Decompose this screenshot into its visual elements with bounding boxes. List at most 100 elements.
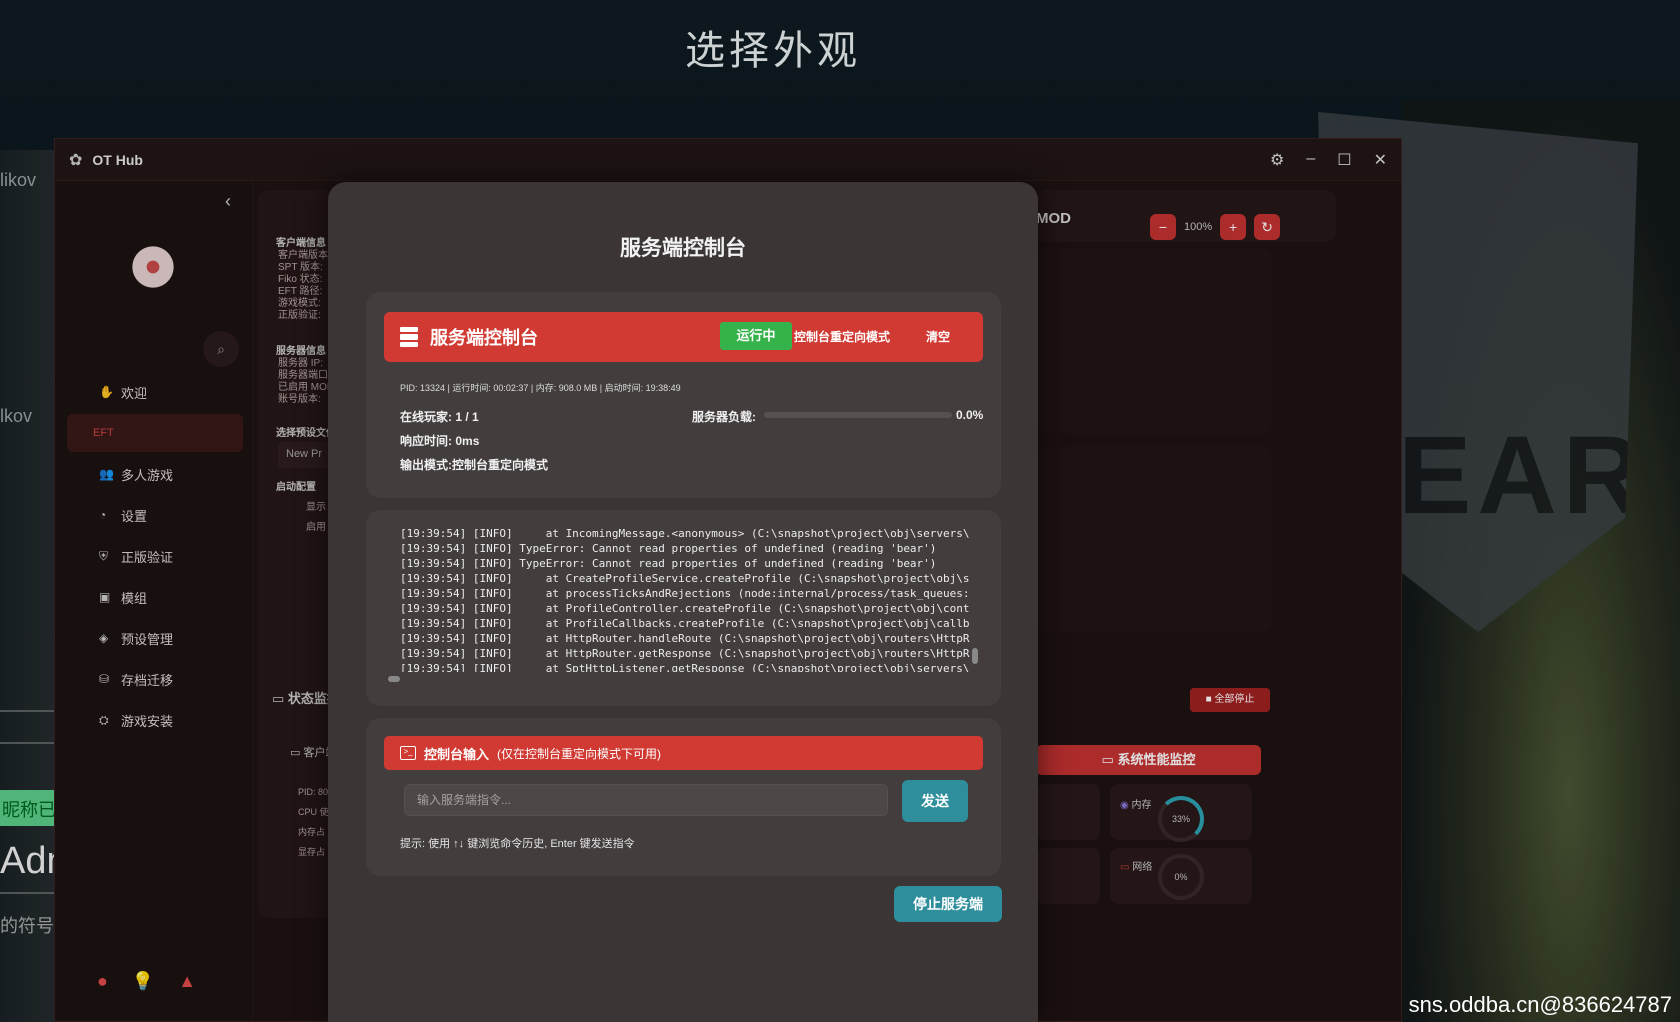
launch-option[interactable]: 显示 [306,502,326,514]
zoom-value: 100% [1184,221,1213,233]
sidebar-item-label: 正版验证 [121,549,174,565]
redirect-mode-button[interactable]: 控制台重定向模式 [794,328,890,345]
client-info-line: 游戏模式: [278,298,321,309]
response-label: 响应时间: [400,434,452,448]
client-stats-list: PID: 80 CPU 使 内存占 显存占 [298,782,329,862]
console-header-title: 服务端控制台 [430,328,538,348]
lightbulb-icon[interactable]: 💡 [132,971,154,992]
modal-title: 服务端控制台 [620,237,746,260]
sidebar-item-migrate[interactable]: ⛁ 存档迁移 [67,660,243,698]
chevron-left-icon[interactable]: ‹ [225,191,231,212]
app-title: OT Hub [92,151,143,168]
network-label-text: 网络 [1132,862,1153,873]
palette-icon: ◔ [99,508,107,522]
server-info-title: 服务器信息 [276,346,326,357]
stop-server-button[interactable]: 停止服务端 [894,886,1002,922]
background-text: likov [0,170,37,190]
install-icon: ⛭ [99,712,109,727]
sidebar-item-auth[interactable]: ⛨ 正版验证 [67,537,243,575]
network-gauge: 0% [1158,854,1204,900]
online-players-label: 在线玩家: [400,410,452,424]
sidebar-item-mods[interactable]: ▣ 模组 [67,578,243,616]
sidebar-nav: ✋ 欢迎 EFT 👥 多人游戏 ◔ 设置 ⛨ 正版验证 ▣ 模组 ◈ 预设管理 ⛁ 存档迁移 … [67,373,243,742]
sidebar-item-label: 多人游戏 [121,467,174,483]
mod-detail-area [1036,446,1272,632]
output-mode: 输出模式:控制台重定向模式 [400,456,548,473]
status-badge: 运行中 [720,322,792,350]
client-info-line: EFT 路径: [278,286,323,297]
sidebar-item-label: 预设管理 [121,631,174,647]
console-header: 服务端控制台 运行中 控制台重定向模式 清空 [384,312,983,362]
background-notice: 昵称已被 [0,790,56,826]
stop-all-label: 全部停止 [1214,694,1255,705]
zoom-out-button[interactable]: − [1150,214,1176,240]
memory-label: ◉ 内存 [1120,796,1152,811]
response-time: 响应时间: 0ms [400,432,479,449]
send-button[interactable]: 发送 [902,780,968,822]
sidebar-item-label: 游戏安装 [121,713,174,729]
monitor-icon: ▭ [272,691,288,706]
sidebar-item-eft[interactable]: EFT [67,414,243,452]
presets-icon: ◈ [99,631,109,645]
close-icon[interactable]: ✕ [1374,150,1387,170]
response-value: 0ms [455,434,480,448]
console-log-card: [19:39:54] [INFO] at IncomingMessage.<an… [366,510,1001,706]
divider [0,892,56,894]
network-gauge-card: ▭ 网络 0% [1110,848,1252,904]
console-log[interactable]: [19:39:54] [INFO] at IncomingMessage.<an… [400,526,970,672]
server-load-value: 0.0% [956,408,984,422]
divider [0,742,56,744]
sidebar: ‹ ⌕ ✋ 欢迎 EFT 👥 多人游戏 ◔ 设置 ⛨ 正版验证 ▣ 模组 ◈ 预设管理 ⛁ 存… [55,181,253,1021]
input-hint: 提示: 使用 ↑↓ 键浏览命令历史, Enter 键发送指令 [400,838,635,850]
sidebar-item-label: EFT [93,427,114,439]
client-stat: 显存占 [298,847,326,857]
client-stat: PID: 80 [298,787,329,797]
watermark: sns.oddba.cn@836624787 [1408,992,1672,1017]
log-line: [19:39:54] [INFO] at HttpRouter.handleRo… [400,632,970,645]
monitor-icon: ▭ [1101,752,1118,767]
online-players: 在线玩家: 1 / 1 [400,408,479,425]
minimize-icon[interactable]: ‒ [1306,150,1315,170]
search-icon[interactable]: ⌕ [203,331,239,367]
page-title: 选择外观 [685,29,861,73]
zoom-in-button[interactable]: + [1220,214,1247,240]
users-icon: 👥 [99,467,114,481]
vertical-scrollbar[interactable] [972,648,978,664]
sidebar-item-install[interactable]: ⛭ 游戏安装 [67,701,243,739]
output-mode-value: 控制台重定向模式 [452,458,549,472]
client-info-line: 正版验证: [278,310,321,321]
sidebar-item-label: 欢迎 [121,385,148,401]
memory-gauge-card: ◉ 内存 33% [1110,784,1252,842]
sidebar-item-settings[interactable]: ◔ 设置 [67,496,243,534]
clear-button[interactable]: 清空 [926,328,950,345]
migrate-icon: ⛁ [99,672,110,686]
horizontal-scrollbar[interactable] [388,676,400,682]
title-bar: ✿ OT Hub ⚙ ‒ ☐ ✕ [55,139,1401,181]
zoom-controls: − 100% + ↻ [1150,214,1281,240]
gpu-gauge-card [1036,848,1100,904]
log-line: [19:39:54] [INFO] at ProfileCallbacks.cr… [400,617,970,630]
maximize-icon[interactable]: ☐ [1337,150,1351,170]
divider [0,710,56,712]
command-input[interactable] [404,784,888,816]
log-line: [19:39:54] [INFO] at IncomingMessage.<an… [400,527,970,540]
client-info-line: 客户端版本: [278,250,331,261]
client-stat: 内存占 [298,827,326,837]
zoom-reset-button[interactable]: ↻ [1254,214,1281,240]
preset-title: 选择预设文件 [276,428,336,439]
qq-icon[interactable]: ▲ [178,971,196,992]
gear-icon[interactable]: ⚙ [1270,150,1284,170]
sidebar-item-presets[interactable]: ◈ 预设管理 [67,619,243,657]
mod-list-area [1036,248,1272,434]
memory-gauge: 33% [1158,796,1204,842]
sidebar-item-multiplayer[interactable]: 👥 多人游戏 [67,455,243,493]
log-line: [19:39:54] [INFO] at HttpRouter.getRespo… [400,647,970,660]
launch-option[interactable]: 启用 [306,522,326,534]
client-info-line: SPT 版本: [278,262,323,273]
stop-all-button[interactable]: ■ 全部停止 [1190,688,1270,712]
github-icon[interactable]: ● [97,971,108,992]
sidebar-item-welcome[interactable]: ✋ 欢迎 [67,373,243,411]
log-line: [19:39:54] [INFO] TypeError: Cannot read… [400,542,937,555]
box-icon: ▣ [99,590,111,604]
client-stat: CPU 使 [298,807,329,817]
